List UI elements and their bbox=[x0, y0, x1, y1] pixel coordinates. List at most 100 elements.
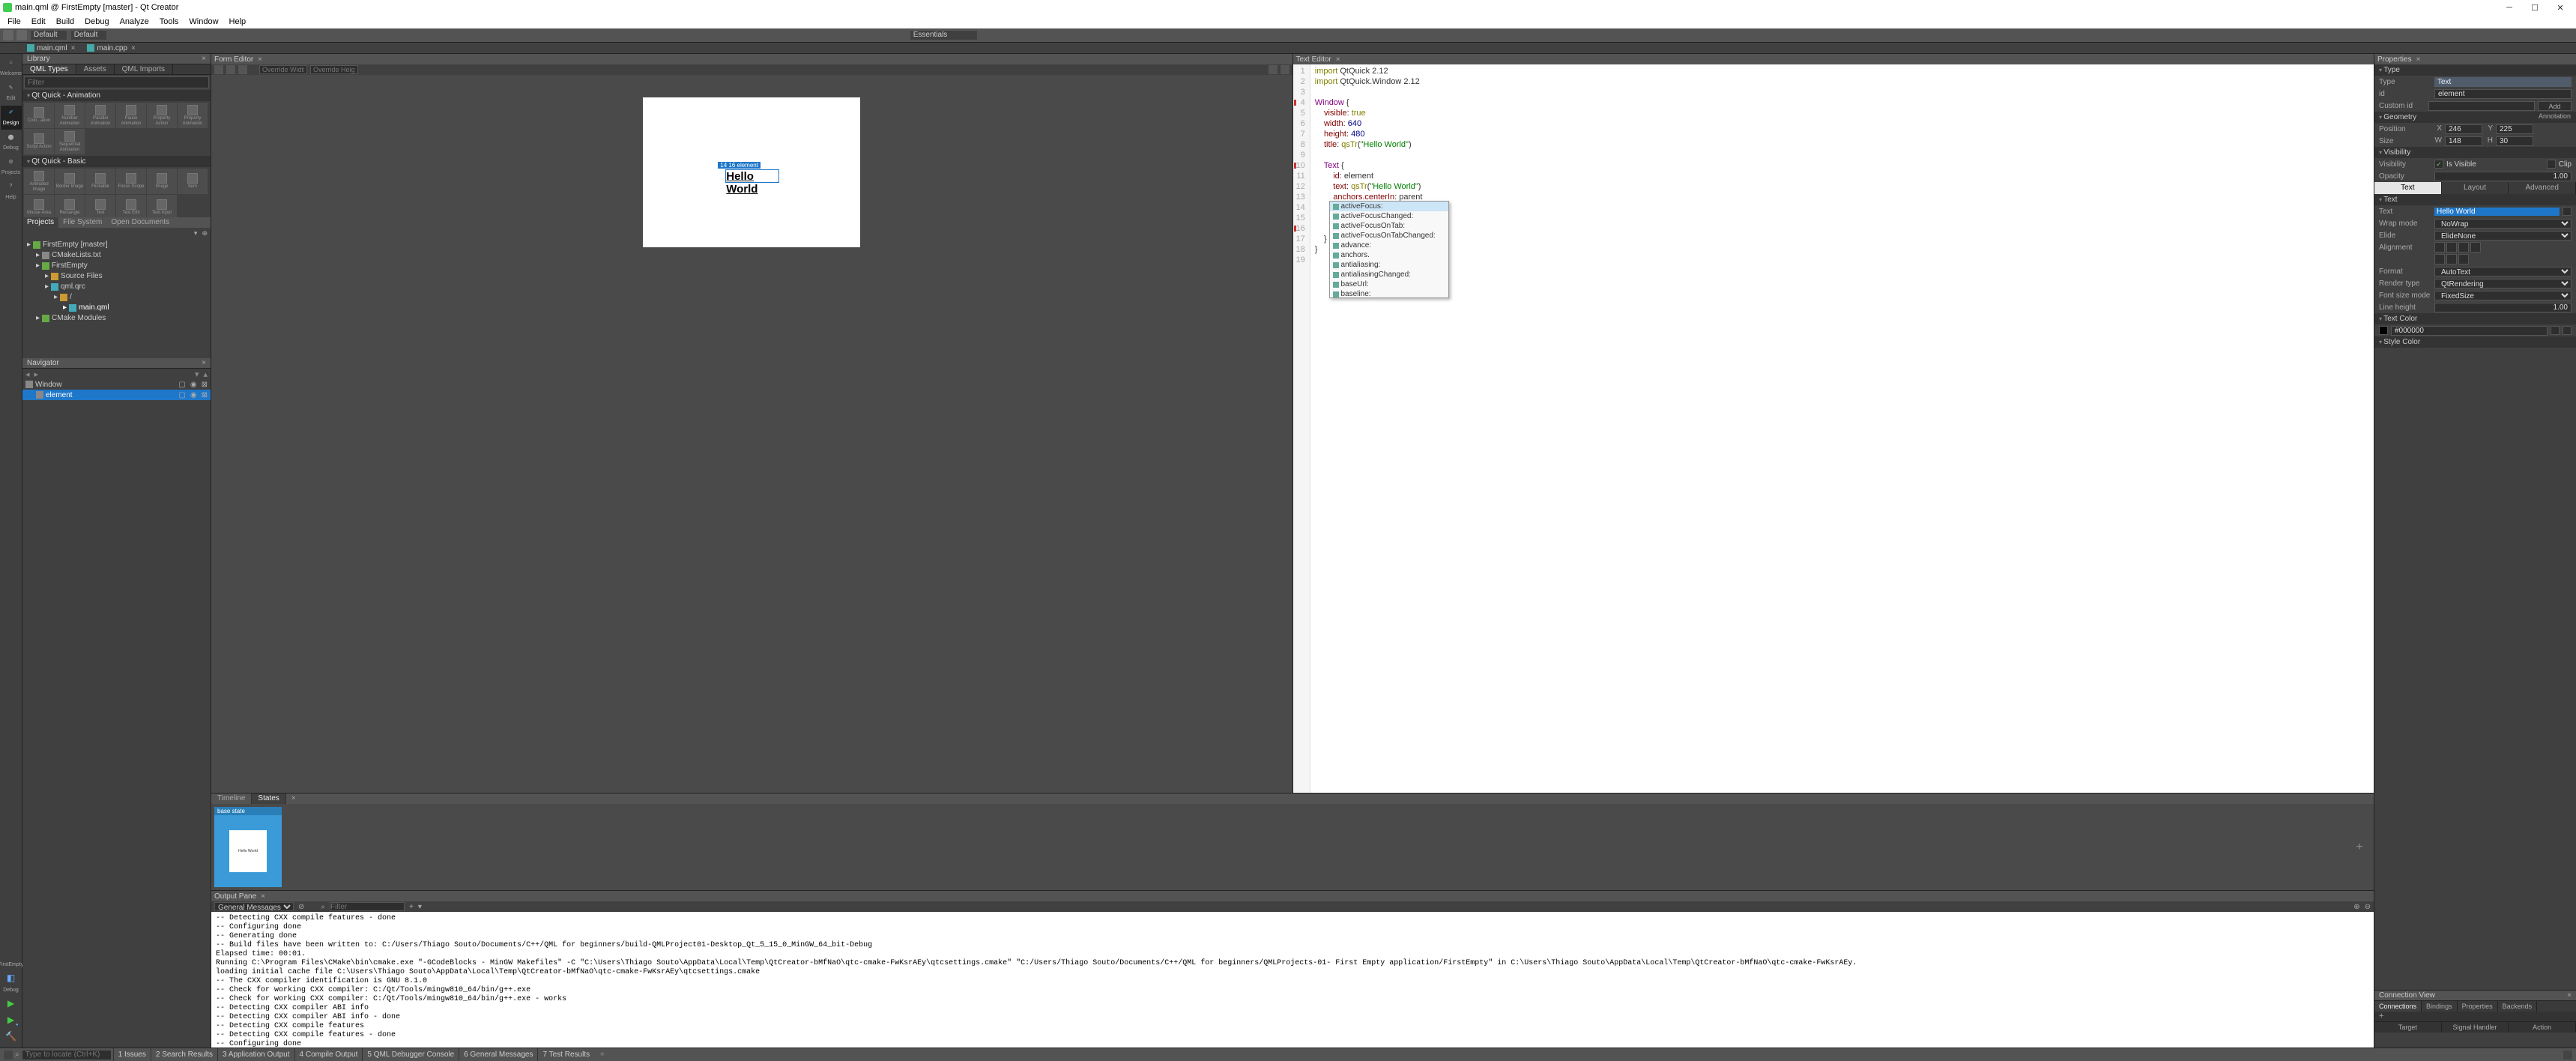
statusbar-item[interactable]: 6 General Messages bbox=[459, 1048, 537, 1061]
view-subset-selector[interactable]: Essentials bbox=[910, 30, 979, 40]
library-item[interactable]: Focus Scope bbox=[116, 169, 146, 194]
add-connection-button[interactable]: + bbox=[2374, 1012, 2576, 1022]
prop-subtab-layout[interactable]: Layout bbox=[2442, 182, 2509, 194]
autocomplete-item[interactable]: advance: bbox=[1330, 241, 1448, 250]
autocomplete-item[interactable]: anchors. bbox=[1330, 250, 1448, 260]
fe-zoom-reset-icon[interactable] bbox=[1281, 65, 1289, 74]
visibility-icon[interactable]: ◉ bbox=[190, 381, 197, 389]
mode-edit[interactable]: ✎Edit bbox=[1, 81, 22, 105]
library-tab-assets[interactable]: Assets bbox=[76, 64, 115, 74]
tree-node[interactable]: ▸FirstEmpty [master] bbox=[24, 240, 209, 250]
projects-filter-icon[interactable]: ▾ bbox=[194, 229, 198, 238]
projects-tab-open documents[interactable]: Open Documents bbox=[106, 217, 174, 228]
style-selector[interactable]: Default bbox=[70, 30, 108, 40]
timeline-tab-states[interactable]: States bbox=[252, 794, 285, 804]
output-clear-icon[interactable]: ⊘ bbox=[298, 903, 304, 911]
connection-view-close-icon[interactable]: × bbox=[2567, 991, 2572, 1000]
text-tr-icon[interactable] bbox=[2563, 207, 2572, 216]
library-item[interactable]: Parallel Animation bbox=[85, 103, 115, 128]
library-item[interactable]: Colo...ation bbox=[24, 103, 54, 128]
text-color-chip[interactable] bbox=[2379, 326, 2388, 335]
output-add-icon[interactable]: + bbox=[409, 903, 414, 911]
wrap-mode-select[interactable]: NoWrap bbox=[2434, 219, 2572, 229]
tree-node[interactable]: ▸CMake Modules bbox=[24, 313, 209, 324]
mode-welcome[interactable]: ⌂Welcome bbox=[1, 56, 22, 80]
locator-input[interactable] bbox=[22, 1050, 112, 1060]
fontsize-mode-select[interactable]: FixedSize bbox=[2434, 291, 2572, 300]
text-value[interactable]: Hello World bbox=[2434, 208, 2560, 216]
line-height-input[interactable] bbox=[2434, 303, 2572, 312]
connection-tab-connections[interactable]: Connections bbox=[2374, 1001, 2422, 1012]
library-tab-qml imports[interactable]: QML Imports bbox=[115, 64, 173, 74]
library-item[interactable]: Text Input bbox=[147, 195, 177, 217]
export-icon[interactable]: ▢ bbox=[178, 381, 185, 389]
navigator-close-icon[interactable]: × bbox=[202, 359, 206, 367]
section-style-color[interactable]: Style Color bbox=[2374, 336, 2576, 348]
maximize-button[interactable]: ☐ bbox=[2522, 0, 2548, 15]
prop-subtab-advanced[interactable]: Advanced bbox=[2509, 182, 2576, 194]
fe-tool-move-icon[interactable] bbox=[226, 65, 235, 74]
doc-tab-main.qml[interactable]: main.qml× bbox=[22, 44, 79, 52]
nav-arrow-right-icon[interactable]: ▸ bbox=[34, 369, 39, 379]
color-picker-icon[interactable] bbox=[2551, 326, 2560, 335]
library-item[interactable]: Property Action bbox=[147, 103, 177, 128]
text-editor-close-icon[interactable]: × bbox=[1336, 55, 1340, 64]
menu-analyze[interactable]: Analyze bbox=[115, 17, 154, 26]
projects-tab-projects[interactable]: Projects bbox=[22, 217, 58, 228]
menu-debug[interactable]: Debug bbox=[80, 17, 113, 26]
format-select[interactable]: AutoText bbox=[2434, 267, 2572, 276]
elide-select[interactable]: ElideNone bbox=[2434, 231, 2572, 241]
form-editor-close-icon[interactable]: × bbox=[258, 55, 262, 64]
statusbar-more-icon[interactable]: ÷ bbox=[596, 1051, 609, 1059]
library-close-icon[interactable]: × bbox=[202, 55, 206, 63]
statusbar-item[interactable]: 1 Issues bbox=[113, 1048, 151, 1061]
close-icon[interactable]: × bbox=[71, 44, 76, 52]
library-item[interactable]: Item bbox=[178, 169, 208, 194]
fe-tool-select-icon[interactable] bbox=[214, 65, 223, 74]
design-canvas-viewport[interactable]: 14 16 element Hello World bbox=[211, 75, 1292, 793]
library-item[interactable]: Pause Animation bbox=[116, 103, 146, 128]
debug-run-button[interactable]: ▶● bbox=[4, 1013, 18, 1027]
projects-sync-icon[interactable]: ⊕ bbox=[202, 229, 208, 238]
connection-tab-backends[interactable]: Backends bbox=[2498, 1001, 2538, 1012]
properties-close-icon[interactable]: × bbox=[2416, 55, 2421, 64]
menu-help[interactable]: Help bbox=[225, 17, 251, 26]
code-editor[interactable]: 12345678910111213141516171819 import QtQ… bbox=[1293, 64, 2374, 793]
section-visibility[interactable]: Visibility bbox=[2374, 147, 2576, 158]
autocomplete-popup[interactable]: activeFocus:activeFocusChanged:activeFoc… bbox=[1329, 201, 1449, 298]
menu-window[interactable]: Window bbox=[184, 17, 223, 26]
autocomplete-item[interactable]: activeFocusChanged: bbox=[1330, 211, 1448, 221]
state-base-thumbnail[interactable]: base state Hello World bbox=[214, 807, 282, 887]
forward-button[interactable] bbox=[16, 30, 27, 40]
navigator-row[interactable]: element▢◉⊠ bbox=[22, 390, 211, 400]
fe-zoom-fit-icon[interactable] bbox=[1269, 65, 1278, 74]
output-selector[interactable]: General Messages bbox=[214, 902, 294, 911]
back-button[interactable] bbox=[3, 30, 13, 40]
library-item[interactable]: Rectangle bbox=[55, 195, 85, 217]
library-filter-input[interactable] bbox=[24, 76, 209, 88]
kit-selector[interactable]: Default bbox=[30, 30, 67, 40]
output-dropdown-icon[interactable]: ▾ bbox=[418, 903, 422, 911]
output-pane-close-icon[interactable]: × bbox=[261, 892, 265, 901]
library-item[interactable]: Animated Image bbox=[24, 169, 54, 194]
mode-projects[interactable]: ⚙Projects bbox=[1, 155, 22, 179]
output-zoom-in-icon[interactable]: ⊕ bbox=[2353, 903, 2359, 911]
v-align-group[interactable] bbox=[2434, 254, 2469, 265]
statusbar-item[interactable]: 3 Application Output bbox=[217, 1048, 294, 1061]
close-window-button[interactable]: ✕ bbox=[2548, 0, 2573, 15]
states-close-icon[interactable]: × bbox=[285, 794, 302, 804]
export-icon[interactable]: ▢ bbox=[178, 391, 185, 399]
close-icon[interactable]: × bbox=[131, 44, 136, 52]
tree-node[interactable]: ▸/ bbox=[24, 292, 209, 303]
library-item[interactable]: Flickable bbox=[85, 169, 115, 194]
add-state-button[interactable]: + bbox=[2348, 836, 2371, 859]
visibility-icon[interactable]: ◉ bbox=[190, 391, 197, 399]
target-project-label[interactable]: FirstEmpty bbox=[0, 962, 23, 968]
autocomplete-item[interactable]: antialiasingChanged: bbox=[1330, 270, 1448, 279]
library-item[interactable]: Script Action bbox=[24, 129, 54, 154]
autocomplete-item[interactable]: baseline: bbox=[1330, 289, 1448, 298]
tree-node[interactable]: ▸Source Files bbox=[24, 271, 209, 282]
design-canvas[interactable]: 14 16 element Hello World bbox=[643, 97, 860, 247]
tree-node[interactable]: ▸qml.qrc bbox=[24, 282, 209, 292]
pos-x-input[interactable] bbox=[2445, 124, 2482, 134]
